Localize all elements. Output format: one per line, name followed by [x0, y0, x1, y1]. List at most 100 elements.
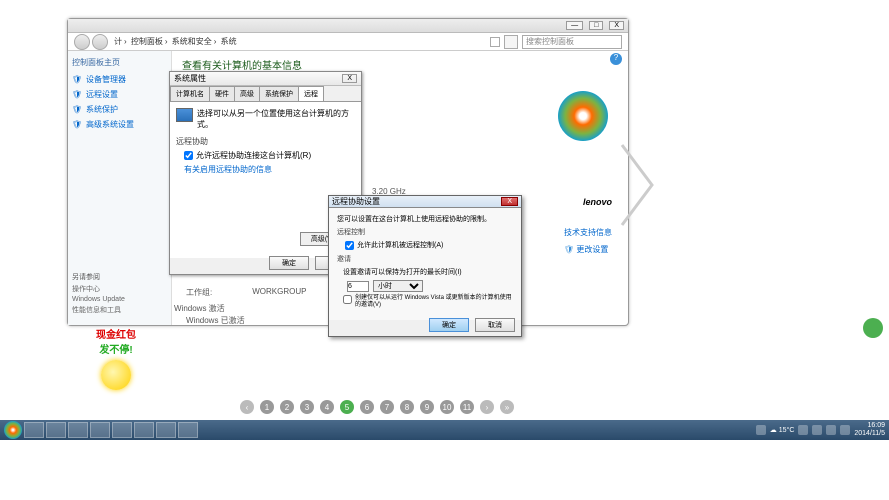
page-4[interactable]: 4: [320, 400, 334, 414]
back-button[interactable]: [74, 34, 90, 50]
dialog-title: 远程协助设置: [332, 196, 380, 207]
cancel-button[interactable]: 取消: [475, 318, 515, 332]
invite-description: 设置邀请可以保持为打开的最长时间(I): [343, 267, 513, 277]
sidebar-item-remote[interactable]: 🛡远程设置: [72, 89, 167, 100]
taskbar-excel[interactable]: [112, 422, 132, 438]
sidebar-bottom: 另请参阅 操作中心 Windows Update 性能信息和工具: [72, 272, 125, 317]
tab-advanced[interactable]: 高级: [234, 86, 260, 101]
taskbar-app2[interactable]: [134, 422, 154, 438]
taskbar-app3[interactable]: [156, 422, 176, 438]
shield-icon: 🛡: [72, 90, 82, 100]
next-page[interactable]: ›: [480, 400, 494, 414]
next-arrow[interactable]: [617, 140, 657, 230]
computer-icon: [176, 108, 193, 122]
allow-control-checkbox[interactable]: [345, 241, 354, 250]
more-page[interactable]: »: [500, 400, 514, 414]
workgroup-value: WORKGROUP: [252, 287, 306, 298]
addressbar: 计› 控制面板› 系统和安全› 系统 搜索控制面板: [68, 33, 628, 51]
taskbar-explorer[interactable]: [46, 422, 66, 438]
group-invitation: 邀请: [337, 254, 513, 264]
page-title: 查看有关计算机的基本信息: [182, 57, 618, 72]
tab-computername[interactable]: 计算机名: [170, 86, 210, 101]
page-2[interactable]: 2: [280, 400, 294, 414]
breadcrumb[interactable]: 计› 控制面板› 系统和安全› 系统: [112, 36, 486, 47]
page-6[interactable]: 6: [360, 400, 374, 414]
page-8[interactable]: 8: [400, 400, 414, 414]
tab-hardware[interactable]: 硬件: [209, 86, 235, 101]
sidebar-item-protection[interactable]: 🛡系统保护: [72, 104, 167, 115]
remote-info-link[interactable]: 有关启用远程协助的信息: [184, 164, 355, 175]
sidebar: 控制面板主页 🛡设备管理器 🛡远程设置 🛡系统保护 🛡高级系统设置 另请参阅 操…: [68, 51, 172, 325]
ok-button[interactable]: 确定: [429, 318, 469, 332]
tab-bar: 计算机名 硬件 高级 系统保护 远程: [170, 86, 361, 102]
group-remote-assistance: 远程协助: [176, 136, 355, 147]
link-windows-update[interactable]: Windows Update: [72, 296, 125, 303]
activation-label: Windows 激活: [174, 303, 225, 314]
tray-icon[interactable]: [812, 425, 822, 435]
activation-status: Windows 已激活: [186, 315, 245, 326]
pagination: ‹ 1 2 3 4 5 6 7 8 9 10 11 › »: [240, 400, 514, 414]
start-button[interactable]: [4, 421, 22, 439]
search-input[interactable]: 搜索控制面板: [522, 35, 622, 49]
close-button[interactable]: X: [609, 21, 624, 30]
taskbar: ☁ 15°C 16:09 2014/11/5: [0, 420, 889, 440]
taskbar-app1[interactable]: [68, 422, 88, 438]
remote-description: 选择可以从另一个位置使用这台计算机的方式。: [197, 108, 355, 130]
link-support[interactable]: 技术支持信息: [564, 227, 612, 238]
chat-bubble[interactable]: [863, 318, 883, 338]
page-11[interactable]: 11: [460, 400, 474, 414]
shield-icon: 🛡: [72, 120, 82, 130]
link-performance[interactable]: 性能信息和工具: [72, 305, 125, 315]
page-3[interactable]: 3: [300, 400, 314, 414]
link-action-center[interactable]: 操作中心: [72, 284, 125, 294]
tray-icon[interactable]: [798, 425, 808, 435]
vista-label: 创建仅可以从运行 Windows Vista 或更新版本的计算机使用的邀请(V): [355, 295, 513, 309]
allow-remote-checkbox[interactable]: [184, 151, 193, 160]
vista-checkbox[interactable]: [343, 295, 352, 304]
page-1[interactable]: 1: [260, 400, 274, 414]
dialog-title: 系统属性: [174, 73, 206, 84]
promo-banner[interactable]: 现金红包 发不停!: [81, 326, 151, 394]
ok-button[interactable]: 确定: [269, 256, 309, 270]
clock[interactable]: 16:09 2014/11/5: [854, 422, 885, 437]
tray-icon[interactable]: [756, 425, 766, 435]
help-icon[interactable]: ?: [610, 53, 622, 65]
tab-remote[interactable]: 远程: [298, 86, 324, 101]
sidebar-item-advanced[interactable]: 🛡高级系统设置: [72, 119, 167, 130]
tab-protection[interactable]: 系统保护: [259, 86, 299, 101]
taskbar-app4[interactable]: [178, 422, 198, 438]
allow-remote-label: 允许远程协助连接这台计算机(R): [196, 150, 311, 161]
weather[interactable]: ☁ 15°C: [770, 426, 795, 434]
close-button[interactable]: X: [342, 74, 357, 83]
titlebar: — □ X: [68, 19, 628, 33]
tray-icon[interactable]: [826, 425, 836, 435]
page-9[interactable]: 9: [420, 400, 434, 414]
dialog-description: 您可以设置在这台计算机上使用远程协助的限制。: [337, 214, 513, 224]
close-button[interactable]: X: [501, 197, 518, 206]
page-10[interactable]: 10: [440, 400, 454, 414]
link-change-settings[interactable]: 🛡 更改设置: [564, 244, 612, 255]
prev-page[interactable]: ‹: [240, 400, 254, 414]
bulb-icon: [101, 360, 131, 390]
page-5[interactable]: 5: [340, 400, 354, 414]
page-7[interactable]: 7: [380, 400, 394, 414]
remote-assistance-dialog: 远程协助设置 X 您可以设置在这台计算机上使用远程协助的限制。 远程控制 允许此…: [328, 195, 522, 337]
volume-icon[interactable]: [840, 425, 850, 435]
refresh-button[interactable]: [504, 35, 518, 49]
lenovo-logo: lenovo: [583, 197, 612, 207]
shield-icon: 🛡: [72, 75, 82, 85]
allow-control-label: 允许此计算机被远程控制(A): [357, 240, 443, 250]
unit-select[interactable]: 小时: [373, 280, 423, 292]
taskbar-chrome[interactable]: [24, 422, 44, 438]
minimize-button[interactable]: —: [566, 21, 583, 30]
sidebar-item-device-manager[interactable]: 🛡设备管理器: [72, 74, 167, 85]
sidebar-title: 控制面板主页: [72, 57, 167, 68]
group-remote-control: 远程控制: [337, 227, 513, 237]
dropdown-icon[interactable]: [490, 37, 500, 47]
shield-icon: 🛡: [72, 105, 82, 115]
duration-input[interactable]: [347, 281, 369, 292]
workgroup-label: 工作组:: [186, 287, 212, 298]
forward-button[interactable]: [92, 34, 108, 50]
taskbar-qq[interactable]: [90, 422, 110, 438]
maximize-button[interactable]: □: [589, 21, 603, 30]
